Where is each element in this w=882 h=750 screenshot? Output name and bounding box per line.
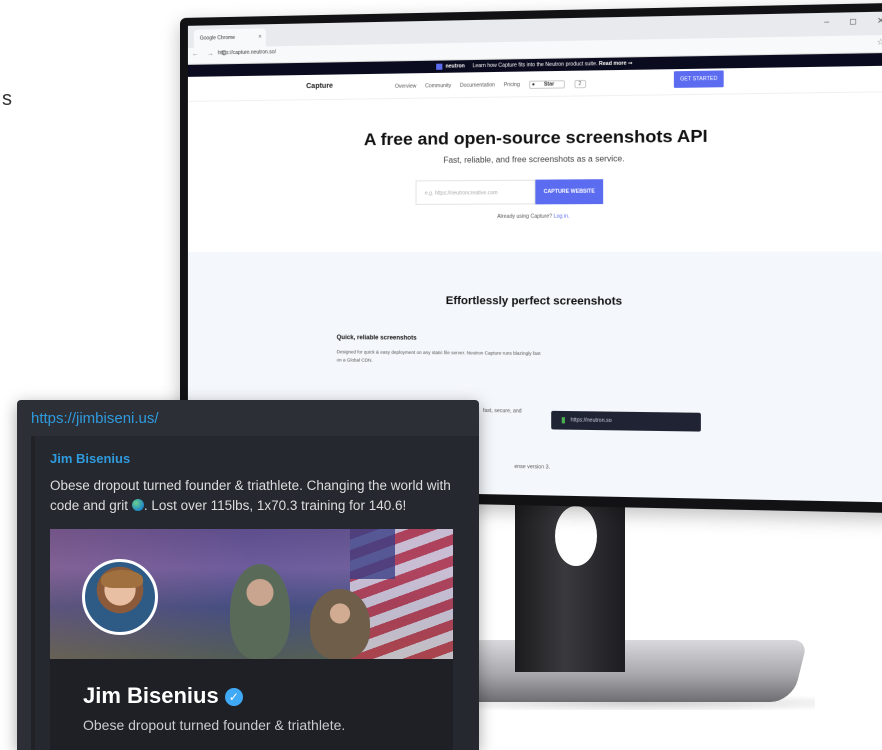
login-prefix: Already using Capture? <box>497 214 552 220</box>
link-embed-card: https://jimbiseni.us/ Jim Bisenius Obese… <box>17 400 479 750</box>
embed-preview: Jim Bisenius Obese dropout turned founde… <box>31 436 479 750</box>
banner-description: Obese dropout turned founder & triathlet… <box>83 717 345 733</box>
nav-link-pricing[interactable]: Pricing <box>504 82 520 88</box>
site-nav-links: Overview Community Documentation Pricing… <box>395 80 593 91</box>
feature-fragment-2: ense version 3. <box>514 464 550 471</box>
github-star-label: Star <box>544 81 554 87</box>
banner-name-text: Jim Bisenius <box>83 683 219 708</box>
hero-section: A free and open-source screenshots API F… <box>188 92 882 252</box>
tab-close-icon[interactable]: × <box>258 28 262 46</box>
features-heading: Effortlessly perfect screenshots <box>188 294 882 309</box>
verified-check-icon: ✓ <box>225 688 243 706</box>
person-figure <box>230 564 290 659</box>
promo-read-more-link[interactable]: Read more ⇒ <box>599 60 633 67</box>
capture-website-button[interactable]: CAPTURE WEBSITE <box>535 179 603 204</box>
site-logo[interactable]: Capture <box>306 83 333 90</box>
browser-tab[interactable]: Google Chrome × <box>194 28 266 47</box>
embed-description: Obese dropout turned founder & triathlet… <box>50 476 460 516</box>
code-url: https://neutron.so <box>571 417 612 424</box>
login-line: Already using Capture? Log in. <box>188 212 882 221</box>
globe-emoji-icon <box>132 499 144 511</box>
url-field[interactable]: https://capture.neutron.so/ <box>218 49 276 56</box>
github-star-count: 2 <box>574 80 585 88</box>
embed-desc-part-2: . Lost over 115lbs, 1x70.3 training for … <box>144 498 406 513</box>
feature-title: Quick, reliable screenshots <box>337 335 417 342</box>
promo-brand: neutron <box>445 63 464 69</box>
code-preview: https://neutron.so <box>551 411 701 432</box>
bookmark-star-icon[interactable]: ☆ <box>877 37 882 47</box>
flag-canton <box>350 529 395 579</box>
stray-text: s <box>2 88 12 111</box>
stand-cable-hole <box>555 506 597 566</box>
nav-link-community[interactable]: Community <box>425 83 451 90</box>
monitor-stand-base <box>447 640 807 702</box>
hero-title: A free and open-source screenshots API <box>188 124 882 152</box>
feature-description: Designed for quick & easy deployment on … <box>337 348 544 366</box>
get-started-button[interactable]: GET STARTED <box>674 70 724 87</box>
neutron-logo-icon <box>436 63 442 69</box>
banner-name: Jim Bisenius ✓ <box>83 683 243 709</box>
embed-url-link[interactable]: https://jimbiseni.us/ <box>31 410 159 427</box>
capture-url-input[interactable]: e.g. https://neutroncreative.com <box>416 180 536 205</box>
login-link[interactable]: Log in. <box>554 214 570 220</box>
nav-link-documentation[interactable]: Documentation <box>460 82 495 89</box>
github-star-button[interactable]: ● Star <box>529 80 565 89</box>
window-controls[interactable]: ‒ ◻ ✕ <box>824 16 882 27</box>
avatar-hair <box>101 570 143 588</box>
person-figure <box>310 589 370 659</box>
embed-title-link[interactable]: Jim Bisenius <box>50 451 130 466</box>
nav-link-overview[interactable]: Overview <box>395 83 416 89</box>
status-dot-icon <box>562 417 565 423</box>
hero-subtitle: Fast, reliable, and free screenshots as … <box>188 152 882 167</box>
avatar <box>82 559 158 635</box>
tab-title: Google Chrome <box>200 35 235 42</box>
embed-banner-image[interactable]: Jim Bisenius ✓ Obese dropout turned found… <box>50 529 453 750</box>
feature-fragment: fast, secure, and <box>483 408 522 415</box>
promo-text: Learn how Capture fits into the Neutron … <box>472 61 597 69</box>
github-icon: ● <box>532 82 535 88</box>
